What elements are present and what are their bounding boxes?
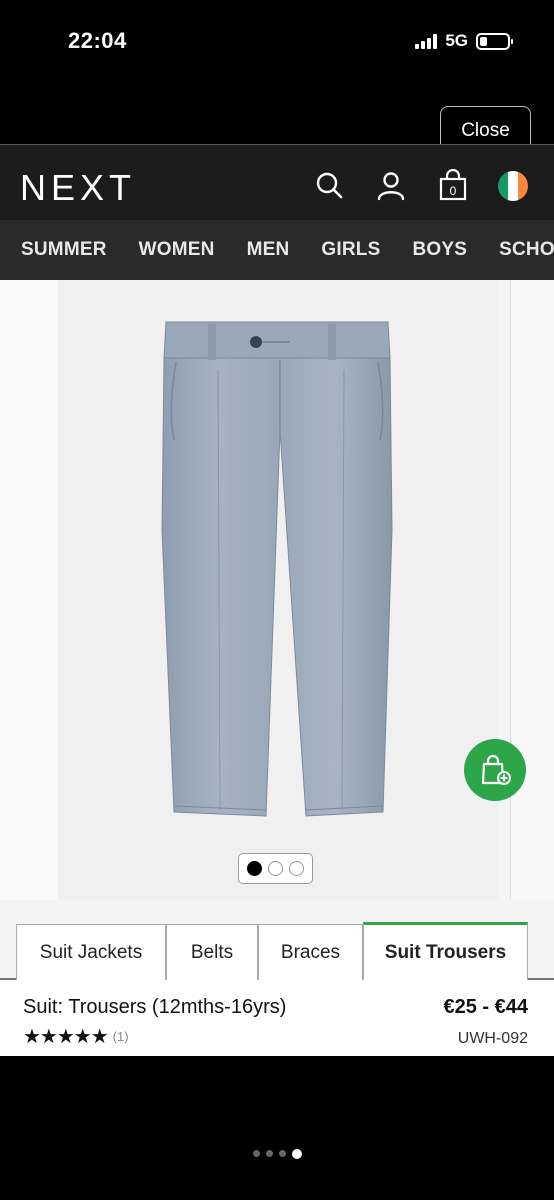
story-pagination bbox=[0, 1149, 554, 1159]
next-logo[interactable]: NEXT bbox=[20, 167, 136, 209]
review-count: (1) bbox=[112, 1029, 129, 1044]
account-icon[interactable] bbox=[374, 169, 408, 203]
nav-item-girls[interactable]: GIRLS bbox=[321, 239, 380, 261]
gallery-next-image[interactable] bbox=[510, 280, 554, 900]
site-header: NEXT 0 bbox=[0, 144, 554, 220]
signal-icon bbox=[415, 33, 438, 49]
tab-braces[interactable]: Braces bbox=[258, 924, 363, 980]
category-nav: SUMMER WOMEN MEN GIRLS BOYS SCHO bbox=[0, 220, 554, 280]
nav-item-school[interactable]: SCHO bbox=[499, 239, 554, 261]
gallery-prev-image[interactable] bbox=[0, 280, 58, 900]
add-to-bag-button[interactable] bbox=[464, 739, 526, 801]
status-bar: 22:04 5G bbox=[0, 0, 554, 84]
battery-icon bbox=[476, 32, 513, 50]
product-title[interactable]: Suit: Trousers (12mths-16yrs) bbox=[23, 996, 286, 1019]
rating-stars: ★★★★★ bbox=[23, 1026, 109, 1048]
page-dot[interactable] bbox=[291, 1149, 302, 1159]
gallery-pagination bbox=[238, 853, 313, 884]
rating[interactable]: ★★★★★ (1) bbox=[23, 1024, 129, 1049]
product-page: Suit Jackets Belts Braces Suit Trousers … bbox=[0, 280, 554, 1056]
tab-suit-jackets[interactable]: Suit Jackets bbox=[16, 924, 166, 980]
status-time: 22:04 bbox=[68, 28, 127, 53]
page-dot[interactable] bbox=[265, 1150, 273, 1157]
status-indicators: 5G bbox=[415, 31, 513, 51]
product-sku: UWH-092 bbox=[457, 1030, 528, 1047]
gallery-dot[interactable] bbox=[247, 861, 262, 876]
bag-icon[interactable]: 0 bbox=[436, 169, 470, 203]
bag-count: 0 bbox=[450, 184, 457, 198]
product-price: €25 - €44 bbox=[443, 996, 528, 1018]
trousers-image bbox=[161, 321, 393, 817]
network-type: 5G bbox=[445, 31, 468, 50]
gallery-dot[interactable] bbox=[268, 861, 283, 876]
product-image[interactable] bbox=[58, 280, 498, 900]
related-tabs: Suit Jackets Belts Braces Suit Trousers bbox=[0, 922, 554, 980]
tab-belts[interactable]: Belts bbox=[166, 924, 258, 980]
product-info: Suit: Trousers (12mths-16yrs) ★★★★★ (1) … bbox=[0, 980, 554, 1056]
gallery-dot[interactable] bbox=[289, 861, 304, 876]
nav-item-men[interactable]: MEN bbox=[247, 239, 290, 261]
search-icon[interactable] bbox=[312, 169, 346, 203]
tab-suit-trousers[interactable]: Suit Trousers bbox=[363, 922, 528, 980]
nav-item-boys[interactable]: BOYS bbox=[412, 239, 467, 261]
nav-item-women[interactable]: WOMEN bbox=[139, 239, 215, 261]
ireland-flag-icon[interactable] bbox=[498, 171, 528, 201]
nav-item-summer[interactable]: SUMMER bbox=[21, 239, 107, 261]
shopping-bag-plus-icon bbox=[481, 754, 511, 785]
page-dot[interactable] bbox=[278, 1150, 286, 1157]
page-dot[interactable] bbox=[252, 1150, 260, 1157]
